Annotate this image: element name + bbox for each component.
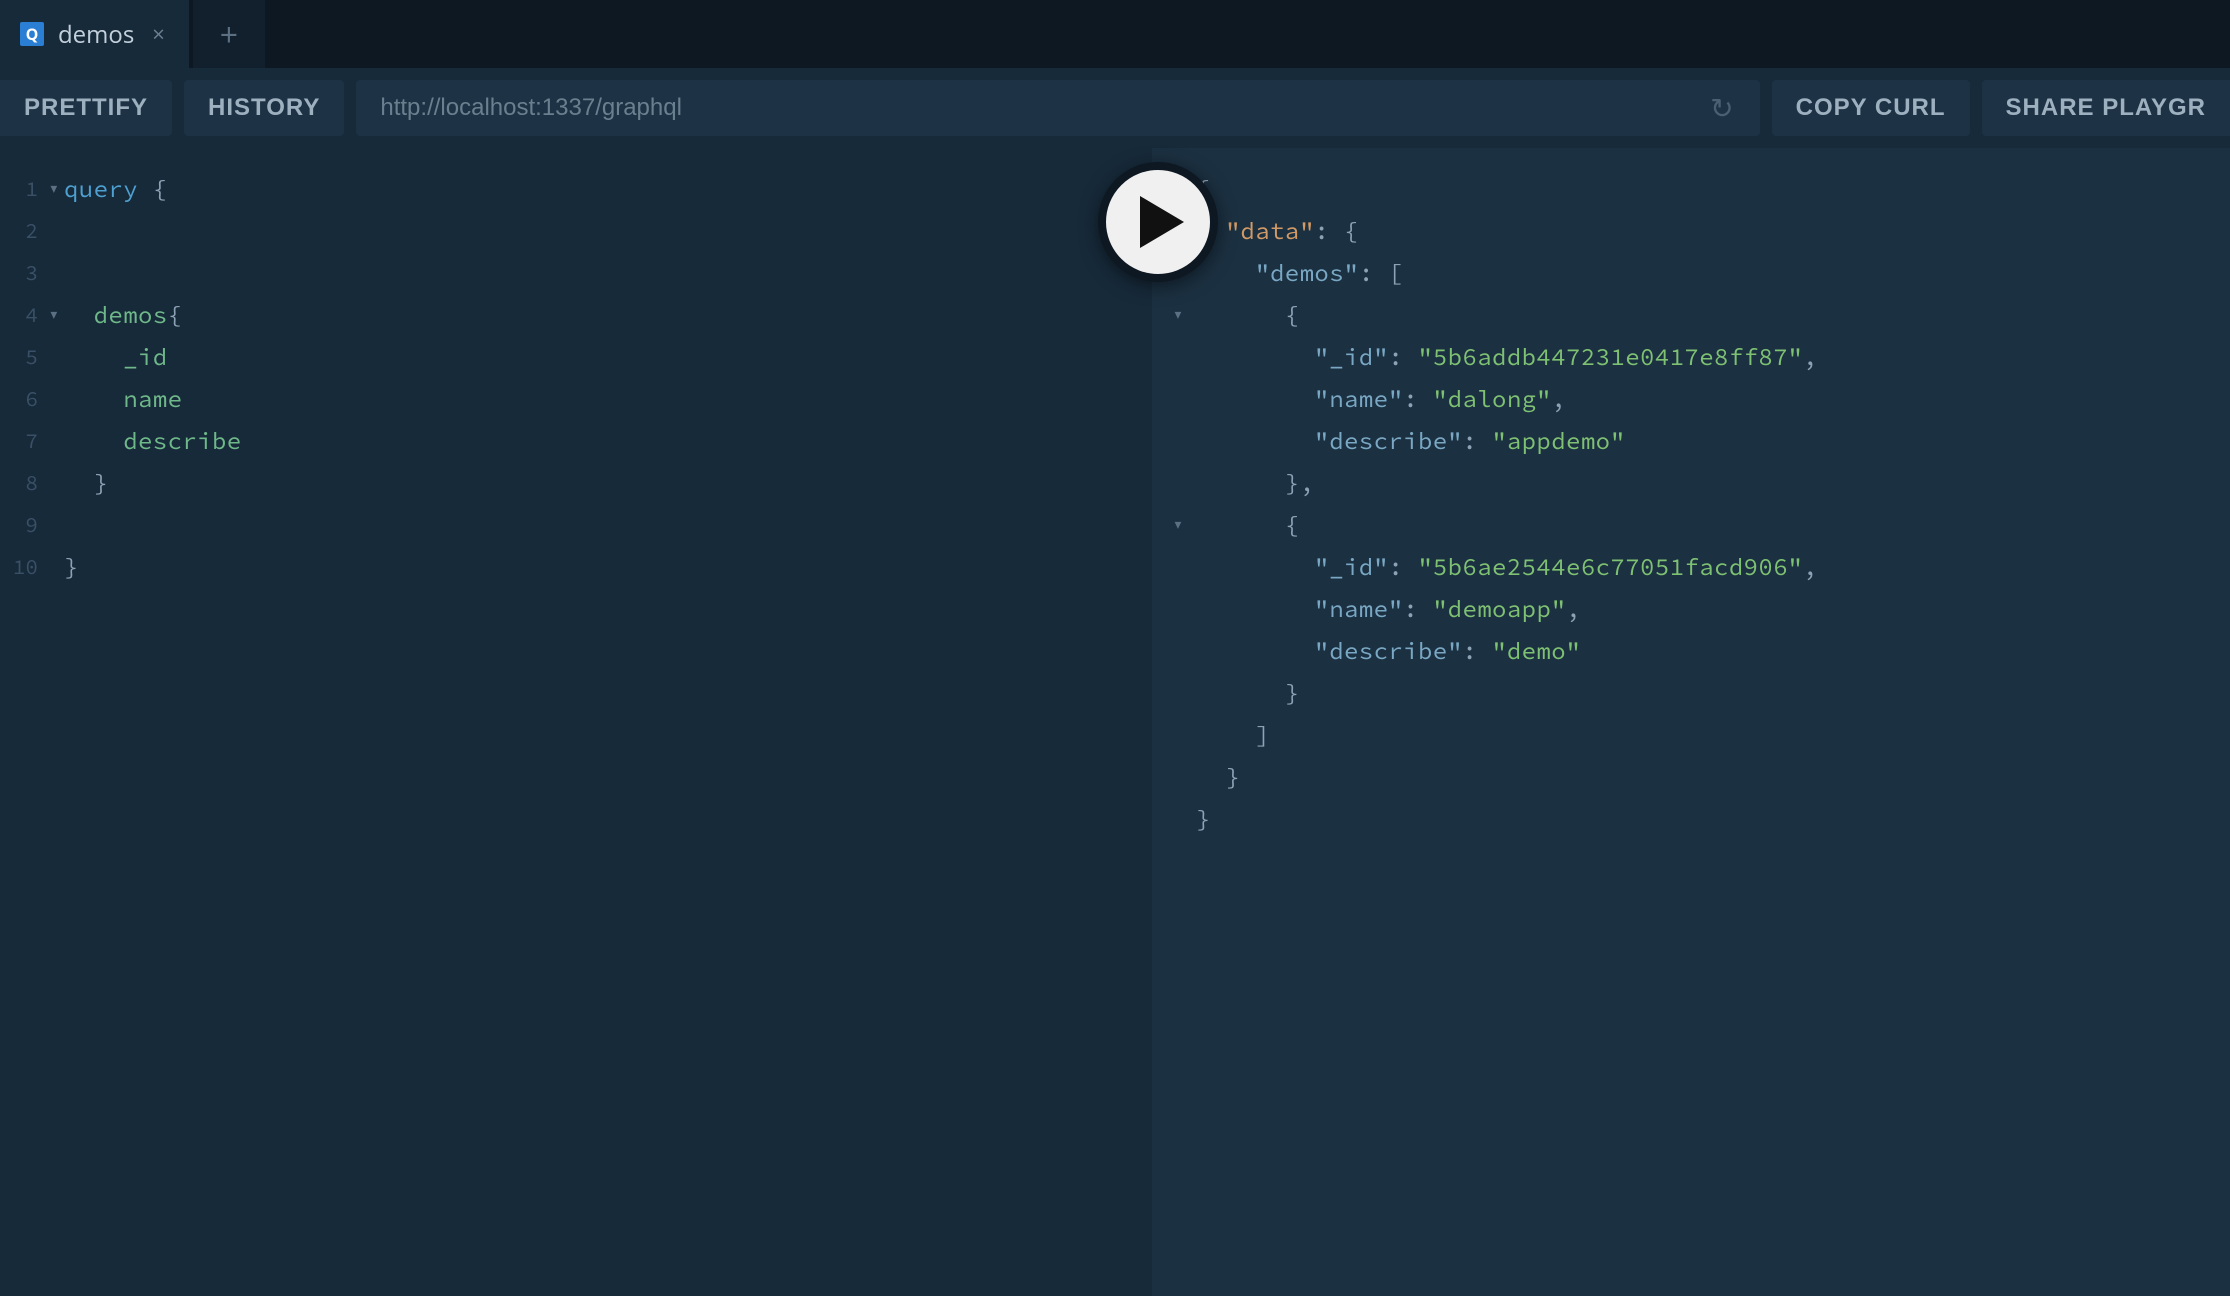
tab-bar: Q demos × +	[0, 0, 2230, 68]
add-tab-button[interactable]: +	[193, 0, 265, 68]
history-button[interactable]: HISTORY	[184, 80, 344, 136]
response-code[interactable]: { "data": { "demos": [ { "_id": "5b6addb…	[1196, 168, 2230, 840]
tab-demos[interactable]: Q demos ×	[0, 0, 189, 68]
copy-curl-button[interactable]: COPY CURL	[1772, 80, 1970, 136]
fold-icon[interactable]: ▼	[50, 168, 58, 210]
fold-icon[interactable]: ▼	[50, 294, 58, 336]
tab-title: demos	[58, 18, 134, 51]
endpoint-field[interactable]: ↻	[356, 80, 1759, 136]
share-playground-button[interactable]: SHARE PLAYGR	[1982, 80, 2230, 136]
query-editor[interactable]: 1▼ 2 3 4▼ 5 6 7 8 9 10 query { demos{ _i…	[0, 148, 1160, 1296]
close-icon[interactable]: ×	[148, 15, 169, 53]
graphql-logo-icon: Q	[20, 22, 44, 46]
line-gutter: 1▼ 2 3 4▼ 5 6 7 8 9 10	[0, 168, 56, 588]
execute-button[interactable]	[1098, 162, 1218, 282]
toolbar: PRETTIFY HISTORY ↻ COPY CURL SHARE PLAYG…	[0, 68, 2230, 148]
prettify-button[interactable]: PRETTIFY	[0, 80, 172, 136]
fold-icon[interactable]: ▼	[1160, 504, 1196, 546]
endpoint-input[interactable]	[380, 94, 1702, 122]
editor-area: 1▼ 2 3 4▼ 5 6 7 8 9 10 query { demos{ _i…	[0, 148, 2230, 1296]
response-viewer: ▼ ▼ ▼ ▼ ▼ { "data": { "demos": [ { "_id	[1160, 148, 2230, 1296]
reload-icon[interactable]: ↻	[1702, 89, 1741, 127]
query-code[interactable]: query { demos{ _id name describe } }	[64, 168, 1152, 588]
fold-icon[interactable]: ▼	[1160, 294, 1196, 336]
play-icon	[1140, 196, 1184, 248]
